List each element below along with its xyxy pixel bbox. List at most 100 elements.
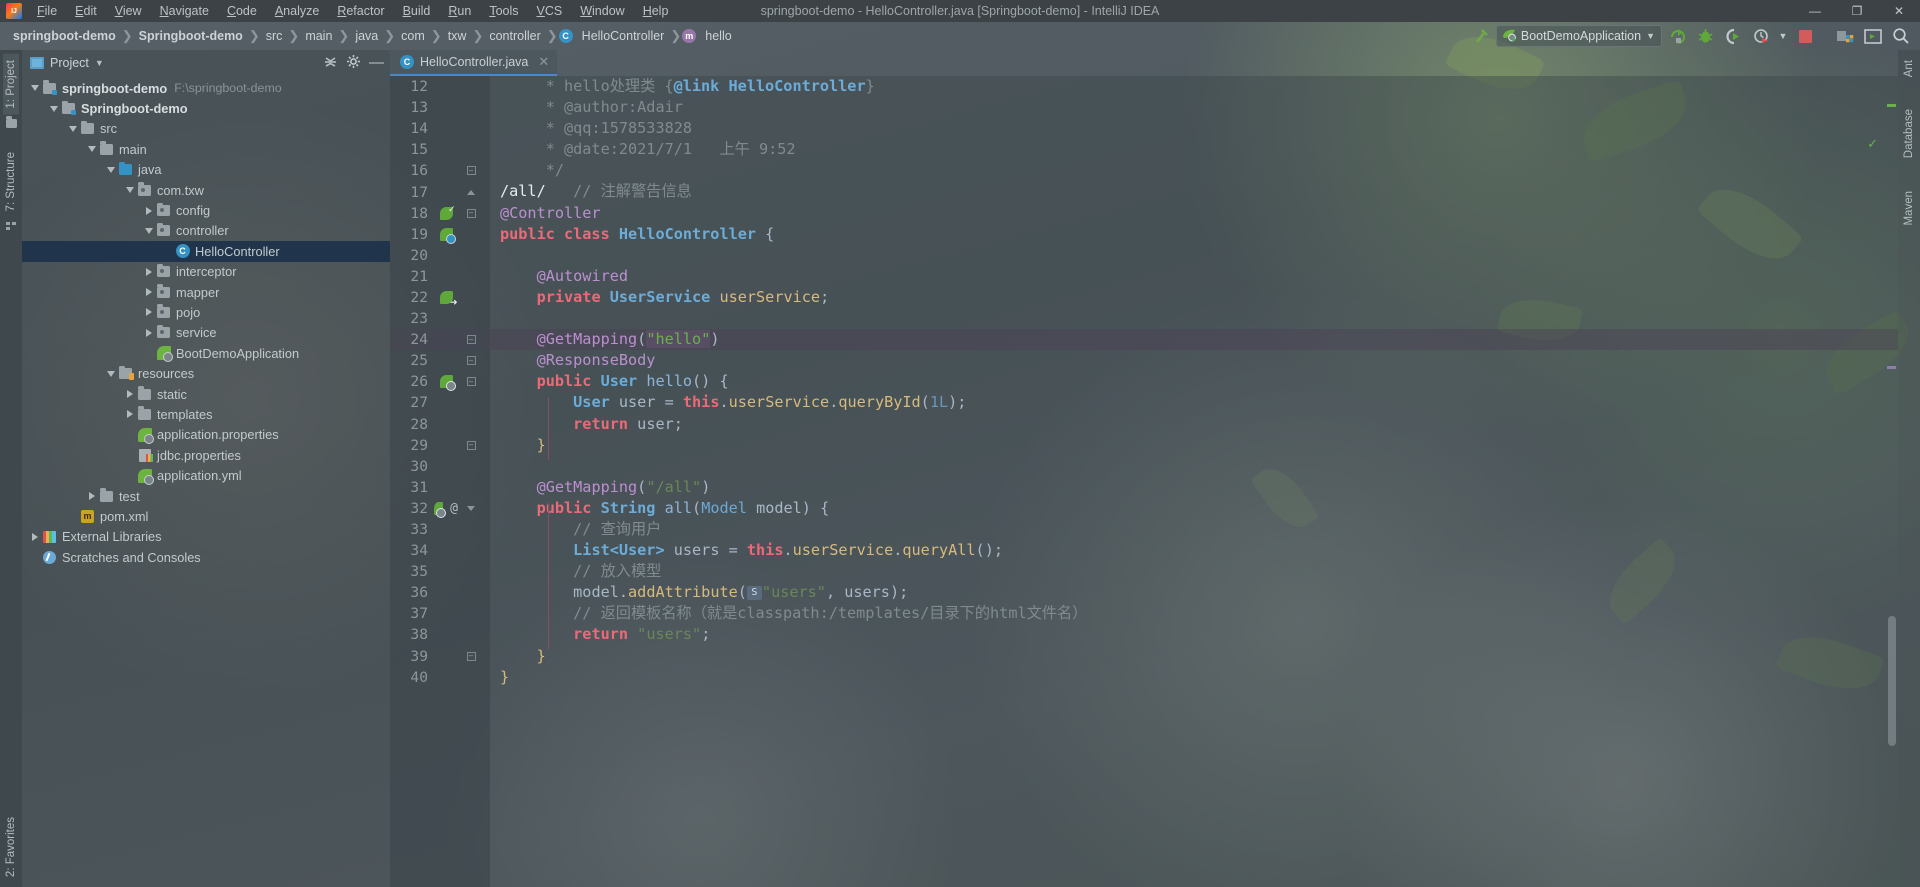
spring-autowire-icon[interactable] [439,290,457,308]
code-line[interactable]: List<User> users = this.userService.quer… [490,540,1898,561]
code-fold-up-icon[interactable] [467,189,475,195]
tree-node-resources[interactable]: resources [22,363,390,383]
tree-node-service[interactable]: service [22,323,390,343]
editor-code[interactable]: * hello处理类 {@link HelloController} * @au… [490,76,1898,887]
breadcrumb-item-hello[interactable]: m hello [682,27,736,45]
error-stripe-marker-column[interactable] [1884,76,1898,887]
gutter-row[interactable]: 25 – [390,350,490,371]
code-fold-down-icon[interactable] [467,505,475,511]
menu-item-navigate[interactable]: Navigate [151,1,218,21]
gutter-row[interactable]: 19 [390,224,490,245]
twisty-right-icon[interactable] [85,492,98,500]
twisty-right-icon[interactable] [123,410,136,419]
code-line[interactable]: model.addAttribute(S "users", users); [490,582,1898,603]
gutter-row[interactable]: 36 [390,582,490,603]
tree-node-config[interactable]: config [22,200,390,220]
tree-node-test[interactable]: test [22,486,390,506]
gutter-row[interactable]: 17 [390,181,490,202]
gutter-row[interactable]: 16 – [390,160,490,181]
code-line[interactable]: } [490,667,1898,688]
code-line[interactable]: // 返回模板名称（就是classpath:/templates/目录下的htm… [490,603,1898,624]
breadcrumb-item-hellocontroller[interactable]: C HelloController [558,27,670,45]
code-line[interactable]: public User hello() { [490,371,1898,392]
code-line[interactable]: return user; [490,414,1898,435]
gutter-row[interactable]: 21 [390,266,490,287]
code-line[interactable]: * @author:Adair [490,97,1898,118]
gutter-row[interactable]: 18 – [390,203,490,224]
code-line[interactable]: private UserService userService; [490,287,1898,308]
breadcrumb-item-springboot-demo[interactable]: springboot-demo [8,27,121,45]
twisty-down-icon[interactable] [66,125,79,132]
twisty-right-icon[interactable] [142,206,155,215]
minimize-icon[interactable]: — [369,55,384,70]
tree-node-springboot-demo[interactable]: Springboot-demo [22,98,390,118]
debug-icon[interactable] [1692,24,1718,48]
code-line[interactable] [490,456,1898,477]
code-line[interactable]: public String all(Model model) { [490,498,1898,519]
menu-item-code[interactable]: Code [218,1,266,21]
gutter-row[interactable]: 24 – [390,329,490,351]
gutter-row[interactable]: 34 [390,540,490,561]
spring-mapping-icon[interactable] [439,375,456,392]
sidebar-tab-structure[interactable]: 7: Structure [3,146,19,217]
sidebar-tab-maven[interactable]: Maven [1901,185,1917,232]
twisty-down-icon[interactable] [85,146,98,153]
string-injection-icon[interactable]: S [746,585,762,600]
inspection-ok-icon[interactable]: ✓ [1867,136,1878,152]
chevron-down-icon[interactable]: ▼ [1646,31,1655,41]
run-configuration-selector[interactable]: BootDemoApplication ▼ [1495,25,1662,47]
code-line[interactable]: public class HelloController { [490,224,1898,245]
tree-node-application-properties[interactable]: application.properties [22,425,390,445]
code-line[interactable]: * hello处理类 {@link HelloController} [490,76,1898,97]
spring-inspection-icon[interactable] [439,204,456,220]
chevron-down-icon[interactable]: ▼ [95,58,104,68]
minimize-button[interactable]: — [1794,0,1836,22]
code-line[interactable]: * @date:2021/7/1 上午 9:52 [490,139,1898,160]
breadcrumb-item-com[interactable]: com [396,27,430,45]
tree-node-pojo[interactable]: pojo [22,302,390,322]
tree-node-controller[interactable]: controller [22,221,390,241]
tree-node-templates[interactable]: templates [22,404,390,424]
code-fold-icon[interactable]: – [466,356,476,366]
twisty-down-icon[interactable] [104,370,117,377]
code-line[interactable]: // 查询用户 [490,519,1898,540]
code-line[interactable] [490,308,1898,329]
gutter-row[interactable]: 35 [390,561,490,582]
gutter-row[interactable]: 27 [390,392,490,413]
gutter-row[interactable]: 26 – [390,371,490,392]
code-fold-icon[interactable]: – [466,208,476,218]
code-fold-icon[interactable]: – [466,377,476,387]
twisty-right-icon[interactable] [28,532,41,541]
tree-node-java[interactable]: java [22,160,390,180]
breadcrumb-item-java[interactable]: java [350,27,383,45]
code-line[interactable]: @Autowired [490,266,1898,287]
tree-node-src[interactable]: src [22,119,390,139]
gutter-row[interactable]: 37 [390,603,490,624]
collapse-all-icon[interactable] [323,54,338,72]
code-line[interactable]: /all/ // 注解警告信息 [490,181,1898,202]
menu-item-help[interactable]: Help [634,1,678,21]
code-line[interactable]: * @qq:1578533828 [490,118,1898,139]
twisty-down-icon[interactable] [142,227,155,234]
profiler-icon[interactable] [1748,24,1774,48]
breadcrumb-item-src[interactable]: src [261,27,288,45]
code-line[interactable]: } [490,646,1898,667]
code-line[interactable] [490,245,1898,266]
code-line[interactable]: } [490,435,1898,456]
tree-node-jdbc-properties[interactable]: jdbc.properties [22,445,390,465]
menu-item-tools[interactable]: Tools [480,1,527,21]
tree-node-scratches-and-consoles[interactable]: Scratches and Consoles [22,547,390,567]
maximize-button[interactable]: ❐ [1836,0,1878,22]
sidebar-tab-favorites[interactable]: 2: Favorites [3,811,19,883]
twisty-right-icon[interactable] [142,328,155,337]
sidebar-tab-database[interactable]: Database [1901,103,1917,164]
twisty-right-icon[interactable] [123,390,136,399]
menu-item-edit[interactable]: Edit [66,1,106,21]
override-marker-icon[interactable]: @ [450,501,458,516]
spring-bean-icon[interactable] [439,227,456,244]
tree-node-springboot-demo[interactable]: springboot-demo F:\springboot-demo [22,78,390,98]
code-line[interactable]: */ [490,160,1898,181]
tree-node-interceptor[interactable]: interceptor [22,262,390,282]
sidebar-tab-ant[interactable]: Ant [1901,54,1917,83]
code-line[interactable]: @GetMapping("hello") [490,329,1898,351]
